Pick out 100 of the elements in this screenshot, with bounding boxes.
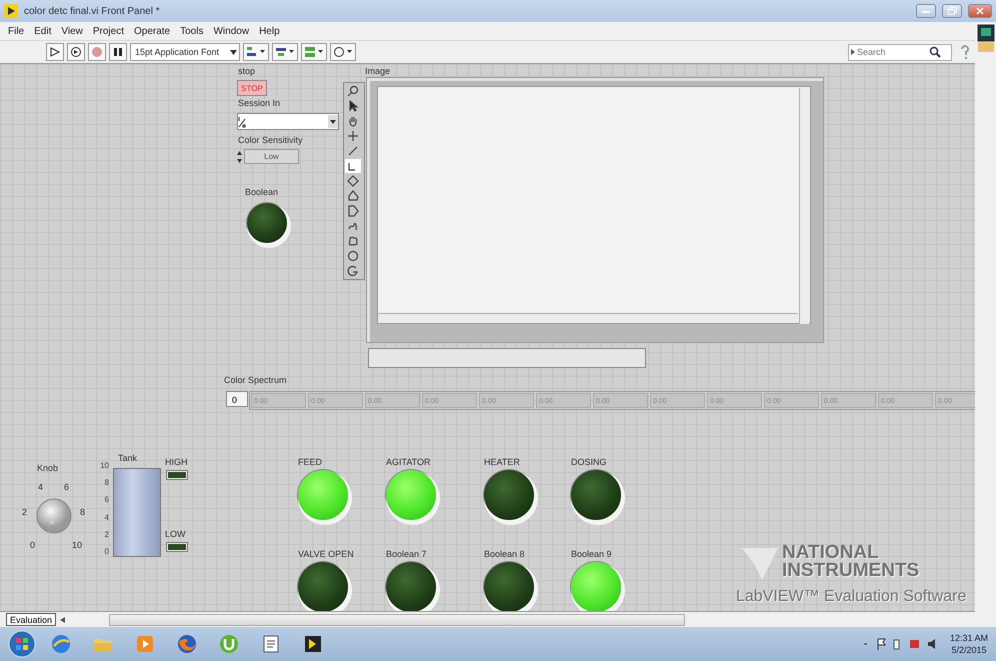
run-continuously-icon[interactable] (70, 46, 82, 58)
led[interactable] (484, 470, 534, 520)
pause-button[interactable] (109, 43, 127, 61)
led-label: VALVE OPEN (298, 549, 354, 559)
crosshair-icon (347, 130, 359, 142)
indicator-label: LOW (165, 529, 186, 539)
evaluation-tab[interactable]: Evaluation (6, 613, 56, 626)
zoom-icon (347, 85, 359, 97)
search-icon[interactable] (929, 46, 941, 58)
horizontal-scrollbar[interactable] (378, 313, 798, 323)
start-button[interactable] (8, 630, 36, 658)
led[interactable] (298, 562, 348, 611)
control-label: Color Sensitivity (238, 135, 303, 145)
control-label: Image (365, 66, 390, 76)
knob[interactable] (36, 498, 72, 534)
reorder-button[interactable] (330, 43, 356, 61)
align-icon[interactable] (246, 46, 266, 58)
clock-time[interactable]: 12:31 AM (950, 632, 988, 644)
tool-button[interactable] (345, 249, 361, 263)
control-label: Color Spectrum (224, 375, 287, 385)
led-label: AGITATOR (386, 457, 431, 467)
led-label: Boolean 8 (484, 549, 525, 559)
menu-item[interactable]: Edit (34, 26, 52, 36)
tool-button[interactable] (345, 84, 361, 98)
led-label: Boolean 9 (571, 549, 612, 559)
knob-scale-label: 4 (38, 482, 44, 492)
blob-icon (347, 235, 359, 247)
led[interactable] (247, 203, 287, 243)
tool-button[interactable] (345, 129, 361, 143)
restore-button[interactable] (942, 4, 962, 18)
tank-scale-label: 10 (100, 461, 109, 471)
knob-scale-label: 8 (80, 507, 86, 517)
knob-scale-label: 0 (30, 540, 36, 550)
font-dropdown[interactable]: 15pt Application Font (130, 43, 240, 61)
search-input[interactable]: Search (857, 47, 927, 57)
clock-date[interactable]: 5/2/2015 (951, 644, 986, 656)
align-button[interactable] (243, 43, 269, 61)
minimize-button[interactable] (916, 4, 936, 18)
fox-globe-icon[interactable] (176, 633, 198, 655)
close-icon[interactable] (976, 7, 984, 15)
diamond-icon (347, 175, 359, 187)
distribute-icon[interactable] (275, 46, 295, 58)
tank-scale-label: 8 (104, 478, 109, 488)
menu-item[interactable]: Window (213, 26, 250, 36)
evaluation-text: LabVIEW™ Evaluation Software (736, 588, 966, 605)
run-continuously-button[interactable] (67, 43, 85, 61)
tank-scale-label: 6 (104, 495, 109, 506)
sensitivity-ring[interactable]: Low (244, 149, 299, 164)
vertical-scrollbar[interactable] (799, 88, 809, 324)
knob-scale-label: 6 (64, 482, 70, 492)
menu-item[interactable]: Help (259, 26, 280, 36)
caret-icon[interactable] (328, 115, 338, 128)
line-icon (347, 145, 359, 157)
reorder-icon[interactable] (333, 46, 353, 58)
array-index[interactable]: 0 (226, 391, 248, 407)
menu-item[interactable]: View (61, 26, 83, 36)
menu-item[interactable]: Tools (180, 26, 204, 36)
tool-button[interactable] (345, 159, 361, 173)
control-label: Tank (118, 453, 138, 463)
indicator-label: HIGH (165, 457, 188, 467)
pointer-icon (347, 100, 359, 112)
scroll-thumb[interactable] (109, 614, 686, 626)
menu-item[interactable]: Project (92, 26, 124, 36)
knob-scale-label: 10 (72, 540, 82, 550)
labview-icon[interactable] (302, 633, 324, 655)
polygon-icon (347, 190, 359, 202)
resize-icon[interactable] (304, 46, 324, 58)
control-label: Session In (238, 98, 280, 108)
control-label: stop (238, 66, 256, 76)
distribute-button[interactable] (272, 43, 298, 61)
led[interactable] (484, 562, 534, 611)
run-arrow-icon[interactable] (49, 46, 61, 58)
io-icon (238, 116, 246, 128)
hand-icon (347, 115, 359, 127)
tank-scale-label: 0 (104, 546, 109, 557)
menu-item[interactable]: File (8, 26, 24, 36)
vi-icon[interactable] (976, 24, 994, 54)
tank-scale-label: 2 (104, 530, 109, 540)
annulus-icon (347, 265, 359, 277)
tank-scale-label: 4 (104, 512, 109, 523)
menu-item[interactable]: Operate (134, 26, 170, 36)
led-label: DOSING (571, 457, 607, 467)
spinner-icon[interactable] (237, 150, 242, 162)
caret-icon[interactable] (230, 50, 237, 54)
brand-name: INSTRUMENTS (782, 562, 920, 580)
led-label: FEED (298, 457, 322, 467)
run-button[interactable] (46, 43, 64, 61)
app-icon (4, 4, 18, 18)
led[interactable] (386, 562, 436, 611)
close-button[interactable] (968, 4, 992, 18)
led[interactable] (571, 470, 621, 520)
led-label: Boolean (245, 187, 278, 197)
search-field[interactable]: Search (848, 44, 952, 60)
shape-icon (347, 205, 359, 217)
search-scope-icon[interactable] (851, 49, 855, 55)
brand-name: NATIONAL (782, 544, 879, 562)
torrent-icon[interactable] (218, 633, 240, 655)
pause-icon[interactable] (113, 47, 123, 57)
scroll-left-icon[interactable] (60, 616, 66, 622)
tool-button[interactable] (345, 174, 361, 188)
